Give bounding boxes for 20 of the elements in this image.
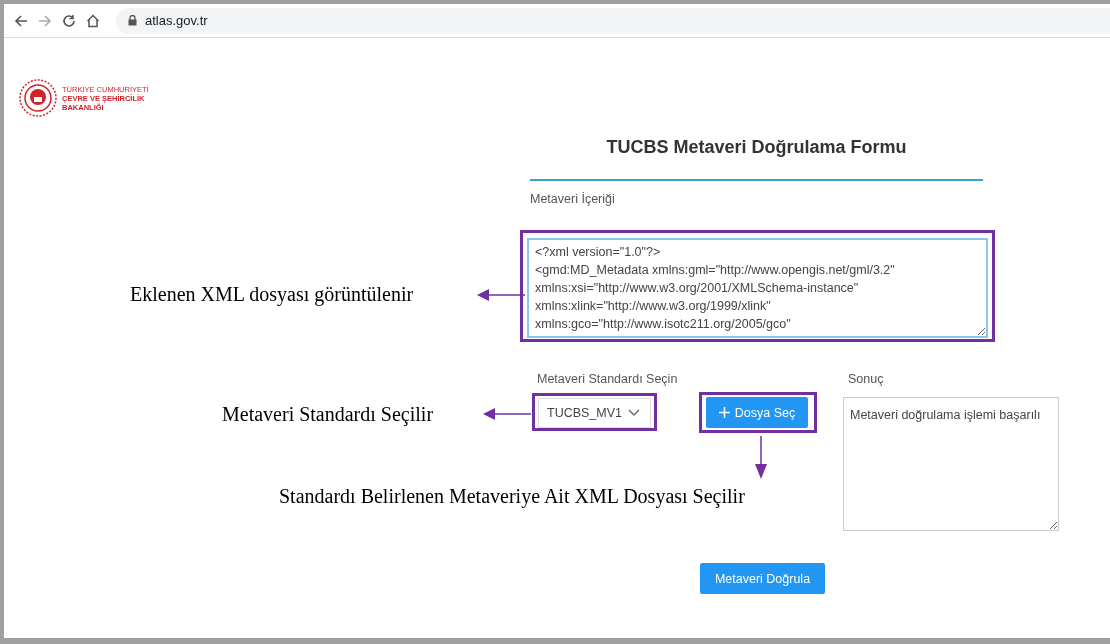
address-bar[interactable]: atlas.gov.tr <box>116 7 1110 34</box>
standard-label: Metaveri Standardı Seçin <box>536 371 679 388</box>
arrow <box>755 436 767 479</box>
plus-icon <box>718 407 730 418</box>
back-icon[interactable] <box>14 13 28 28</box>
content-label: Metaveri İçeriği <box>530 191 616 208</box>
annotation-text: Metaveri Standardı Seçilir <box>222 402 434 426</box>
result-field[interactable]: Metaveri doğrulama işlemi başarılı <box>843 397 1059 531</box>
home-icon[interactable] <box>86 13 100 28</box>
standard-dropdown[interactable]: TUCBS_MV1 <box>538 398 651 428</box>
emblem-icon <box>18 78 58 118</box>
lock-icon <box>128 15 137 26</box>
annotation-text: Standardı Belirlenen Metaveriye Ait XML Dosyası Seçilir <box>279 484 745 508</box>
form-title: TUCBS Metaveri Doğrulama Formu <box>605 136 908 159</box>
xml-content-field[interactable]: <?xml version="1.0"?> <gmd:MD_Metadata xmlns:gml="http://www.opengis.net/gml/3.2" xmlns:xsi="http://www.w3.org/2001/XMLSchema-instance" xmlns:xlink="http://www.w3.org/1999/xlink" xmlns:gco="http://www.isotc211.org/2005/gco" <box>527 238 988 338</box>
annotation-text: Eklenen XML dosyası görüntülenir <box>130 282 414 306</box>
url-text: atlas.gov.tr <box>145 13 208 28</box>
result-label: Sonuç <box>847 371 885 388</box>
reload-icon[interactable] <box>62 13 76 28</box>
chevron-icon <box>628 409 640 417</box>
